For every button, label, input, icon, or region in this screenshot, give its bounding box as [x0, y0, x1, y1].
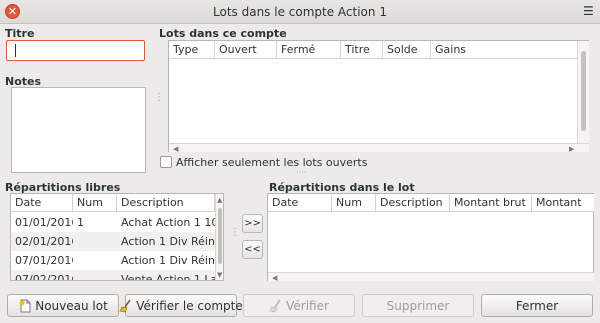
check-label: Vérifier — [286, 298, 329, 313]
cell-date: 01/01/2016 — [15, 216, 73, 229]
scroll-up-icon[interactable]: ▲ — [217, 196, 222, 204]
cell-num: 1 — [77, 216, 84, 229]
cell-num — [73, 270, 117, 280]
column-header-num[interactable]: Num — [332, 194, 376, 212]
pane-resize-handle[interactable]: ⋮ — [154, 93, 164, 103]
column-header-num[interactable]: Num — [73, 194, 117, 212]
lots-table[interactable]: Type Ouvert Fermé Titre Solde Gains ◀ ▶ — [168, 40, 589, 153]
remove-from-lot-button[interactable]: << — [242, 240, 263, 259]
check-account-label: Vérifier le compte — [136, 298, 243, 313]
scroll-left-icon[interactable]: ◀ — [272, 274, 277, 282]
close-button[interactable]: Fermer — [481, 294, 593, 317]
pane-resize-handle-horizontal[interactable]: ···· — [296, 169, 306, 177]
column-header-ferme[interactable]: Fermé — [277, 41, 341, 59]
scroll-right-icon[interactable]: ▶ — [569, 145, 574, 153]
column-header-description[interactable]: Description — [117, 194, 215, 212]
free-splits-vertical-scrollbar[interactable]: ▲ ▼ — [215, 194, 223, 280]
column-header-date[interactable]: Date — [268, 194, 332, 212]
hamburger-menu-icon[interactable]: ☰ — [583, 4, 595, 18]
window-title: Lots dans le compte Action 1 — [213, 5, 387, 19]
titre-input[interactable] — [6, 40, 145, 61]
cell-date: 02/01/2016 — [15, 235, 73, 248]
column-header-date[interactable]: Date — [11, 194, 73, 212]
check-button[interactable]: Vérifier — [243, 294, 355, 317]
table-row[interactable]: 07/02/2016 Vente Action 1 Las — [11, 270, 215, 281]
close-label: Fermer — [515, 298, 559, 313]
table-row[interactable]: 07/01/2016 Action 1 Div Réinv — [11, 251, 215, 270]
column-header-montant-brut[interactable]: Montant brut — [450, 194, 532, 212]
text-caret — [15, 44, 16, 57]
lot-splits-table[interactable]: Date Num Description Montant brut Montan… — [267, 193, 594, 282]
column-header-solde[interactable]: Solde — [383, 41, 431, 59]
only-open-lots-label: Afficher seulement les lots ouverts — [176, 156, 368, 169]
cell-date: 07/01/2016 — [15, 254, 73, 267]
pane-resize-handle[interactable]: ⋮ — [230, 228, 240, 238]
lots-vertical-scrollbar[interactable] — [577, 41, 589, 143]
cell-date: 07/02/2016 — [15, 273, 73, 281]
column-header-titre[interactable]: Titre — [341, 41, 383, 59]
free-splits-table[interactable]: Date Num Description 01/01/2016 1 Achat … — [10, 193, 224, 281]
new-lot-button[interactable]: Nouveau lot — [7, 294, 119, 317]
broom-icon — [119, 299, 131, 312]
table-row[interactable]: 02/01/2016 Action 1 Div Réinv — [11, 232, 215, 251]
add-to-lot-button[interactable]: >> — [242, 214, 263, 233]
column-header-description[interactable]: Description — [376, 194, 450, 212]
table-row[interactable]: 01/01/2016 1 Achat Action 1 10 0 — [11, 213, 215, 232]
notes-textarea[interactable] — [11, 87, 146, 173]
delete-button[interactable]: Supprimer — [362, 294, 474, 317]
column-header-ouvert[interactable]: Ouvert — [215, 41, 277, 59]
scroll-down-icon[interactable]: ▼ — [217, 271, 222, 279]
cell-num — [73, 251, 117, 270]
scrollbar-thumb[interactable] — [218, 208, 222, 264]
scrollbar-thumb[interactable] — [581, 51, 586, 131]
cell-description: Achat Action 1 10 0 — [121, 216, 215, 229]
broom-icon — [269, 299, 281, 312]
scroll-left-icon[interactable]: ◀ — [173, 145, 178, 153]
lots-horizontal-scrollbar[interactable]: ◀ ▶ — [169, 143, 589, 153]
new-document-icon — [19, 299, 31, 312]
lots-label: Lots dans ce compte — [159, 27, 287, 40]
check-account-button[interactable]: Vérifier le compte — [119, 294, 243, 317]
only-open-lots-checkbox[interactable] — [160, 156, 172, 168]
titre-label: Titre — [5, 27, 35, 40]
lot-splits-horizontal-scrollbar[interactable]: ◀ — [268, 272, 594, 282]
cell-description: Action 1 Div Réinv — [121, 235, 215, 248]
new-lot-label: Nouveau lot — [35, 298, 108, 313]
cell-description: Action 1 Div Réinv — [121, 254, 215, 267]
delete-label: Supprimer — [386, 298, 450, 313]
cell-description: Vente Action 1 Las — [121, 273, 215, 281]
column-header-montant[interactable]: Montant — [532, 194, 594, 212]
column-header-gains[interactable]: Gains — [431, 41, 577, 59]
column-header-type[interactable]: Type — [169, 41, 215, 59]
cell-num — [73, 232, 117, 251]
